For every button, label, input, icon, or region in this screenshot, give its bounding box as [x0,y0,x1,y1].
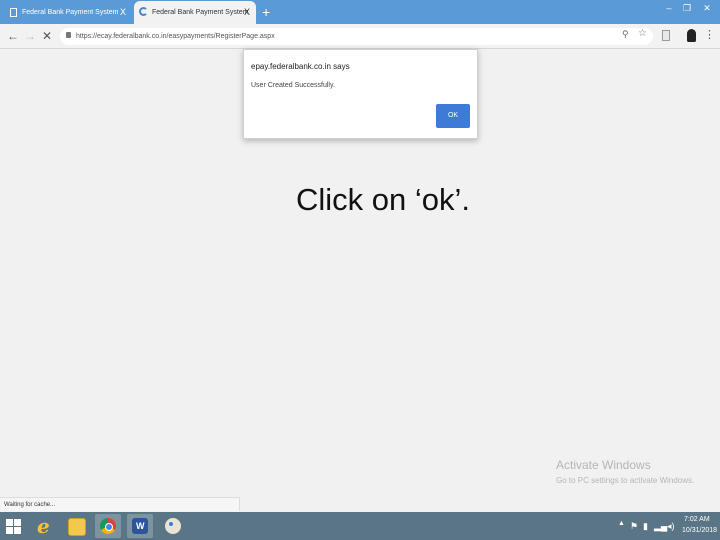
activation-watermark-subtitle: Go to PC settings to activate Windows. [556,476,695,485]
forward-arrow-icon[interactable]: → [24,27,36,45]
battery-icon[interactable]: ▮ [643,521,648,532]
bookmark-star-icon[interactable]: ☆ [638,28,647,39]
word-icon[interactable]: W [127,514,153,538]
zoom-icon[interactable]: ⚲ [622,29,629,40]
lock-icon [66,32,71,38]
maximize-button[interactable]: ❐ [676,0,698,16]
browser-toolbar: ← → ✕ https://ecay.federalbank.co.in/eas… [0,24,720,49]
speaker-icon[interactable]: ◂) [667,521,675,532]
close-window-button[interactable]: ✕ [696,0,718,16]
profile-avatar-icon[interactable] [687,29,696,42]
tab-federal-bank-1[interactable]: Federal Bank Payment System X [4,1,132,24]
tray-expand-icon[interactable]: ▲ [618,520,625,527]
chrome-icon[interactable] [95,514,121,538]
activation-watermark-title: Activate Windows [556,458,651,472]
file-explorer-icon[interactable] [63,514,89,538]
loading-spinner-icon [139,7,148,16]
tab-title: Federal Bank Payment System [152,9,249,16]
dialog-message: User Created Successfully. [251,82,335,89]
menu-dots-icon[interactable]: ⋮ [704,25,715,45]
clock-date[interactable]: 10/31/2018 [682,527,717,534]
tab-strip: Federal Bank Payment System X Federal Ba… [0,0,720,24]
ok-button[interactable]: OK [436,104,470,128]
address-bar[interactable]: https://ecay.federalbank.co.in/easypayme… [60,28,653,45]
tab-close-icon[interactable]: X [120,1,126,24]
stop-loading-icon[interactable]: ✕ [42,27,52,45]
tab-federal-bank-2[interactable]: Federal Bank Payment System X [134,1,256,24]
signal-icon[interactable]: ▂▄ [654,521,667,532]
url-text[interactable]: https://ecay.federalbank.co.in/easypayme… [76,28,275,45]
back-arrow-icon[interactable]: ← [7,27,19,45]
extension-icon[interactable] [662,30,670,41]
tab-title: Federal Bank Payment System [22,9,119,16]
paint-icon[interactable] [160,514,186,538]
flag-icon[interactable]: ⚑ [630,521,638,532]
internet-explorer-icon[interactable]: e [32,514,58,538]
page-icon [10,8,17,17]
dialog-title: epay.federalbank.co.in says [251,62,350,71]
windows-start-icon[interactable] [6,519,22,534]
alert-dialog: epay.federalbank.co.in says User Created… [243,49,478,139]
status-bubble: Waiting for cache... [0,497,240,511]
clock-time[interactable]: 7:02 AM [684,516,710,523]
new-tab-button[interactable]: + [262,2,270,22]
tab-close-icon[interactable]: X [244,1,250,24]
instruction-caption: Click on ‘ok’. [296,182,470,217]
taskbar: e W ▲ ⚑ ▮ ▂▄ ◂) 7:02 AM 10/31/2018 [0,512,720,540]
